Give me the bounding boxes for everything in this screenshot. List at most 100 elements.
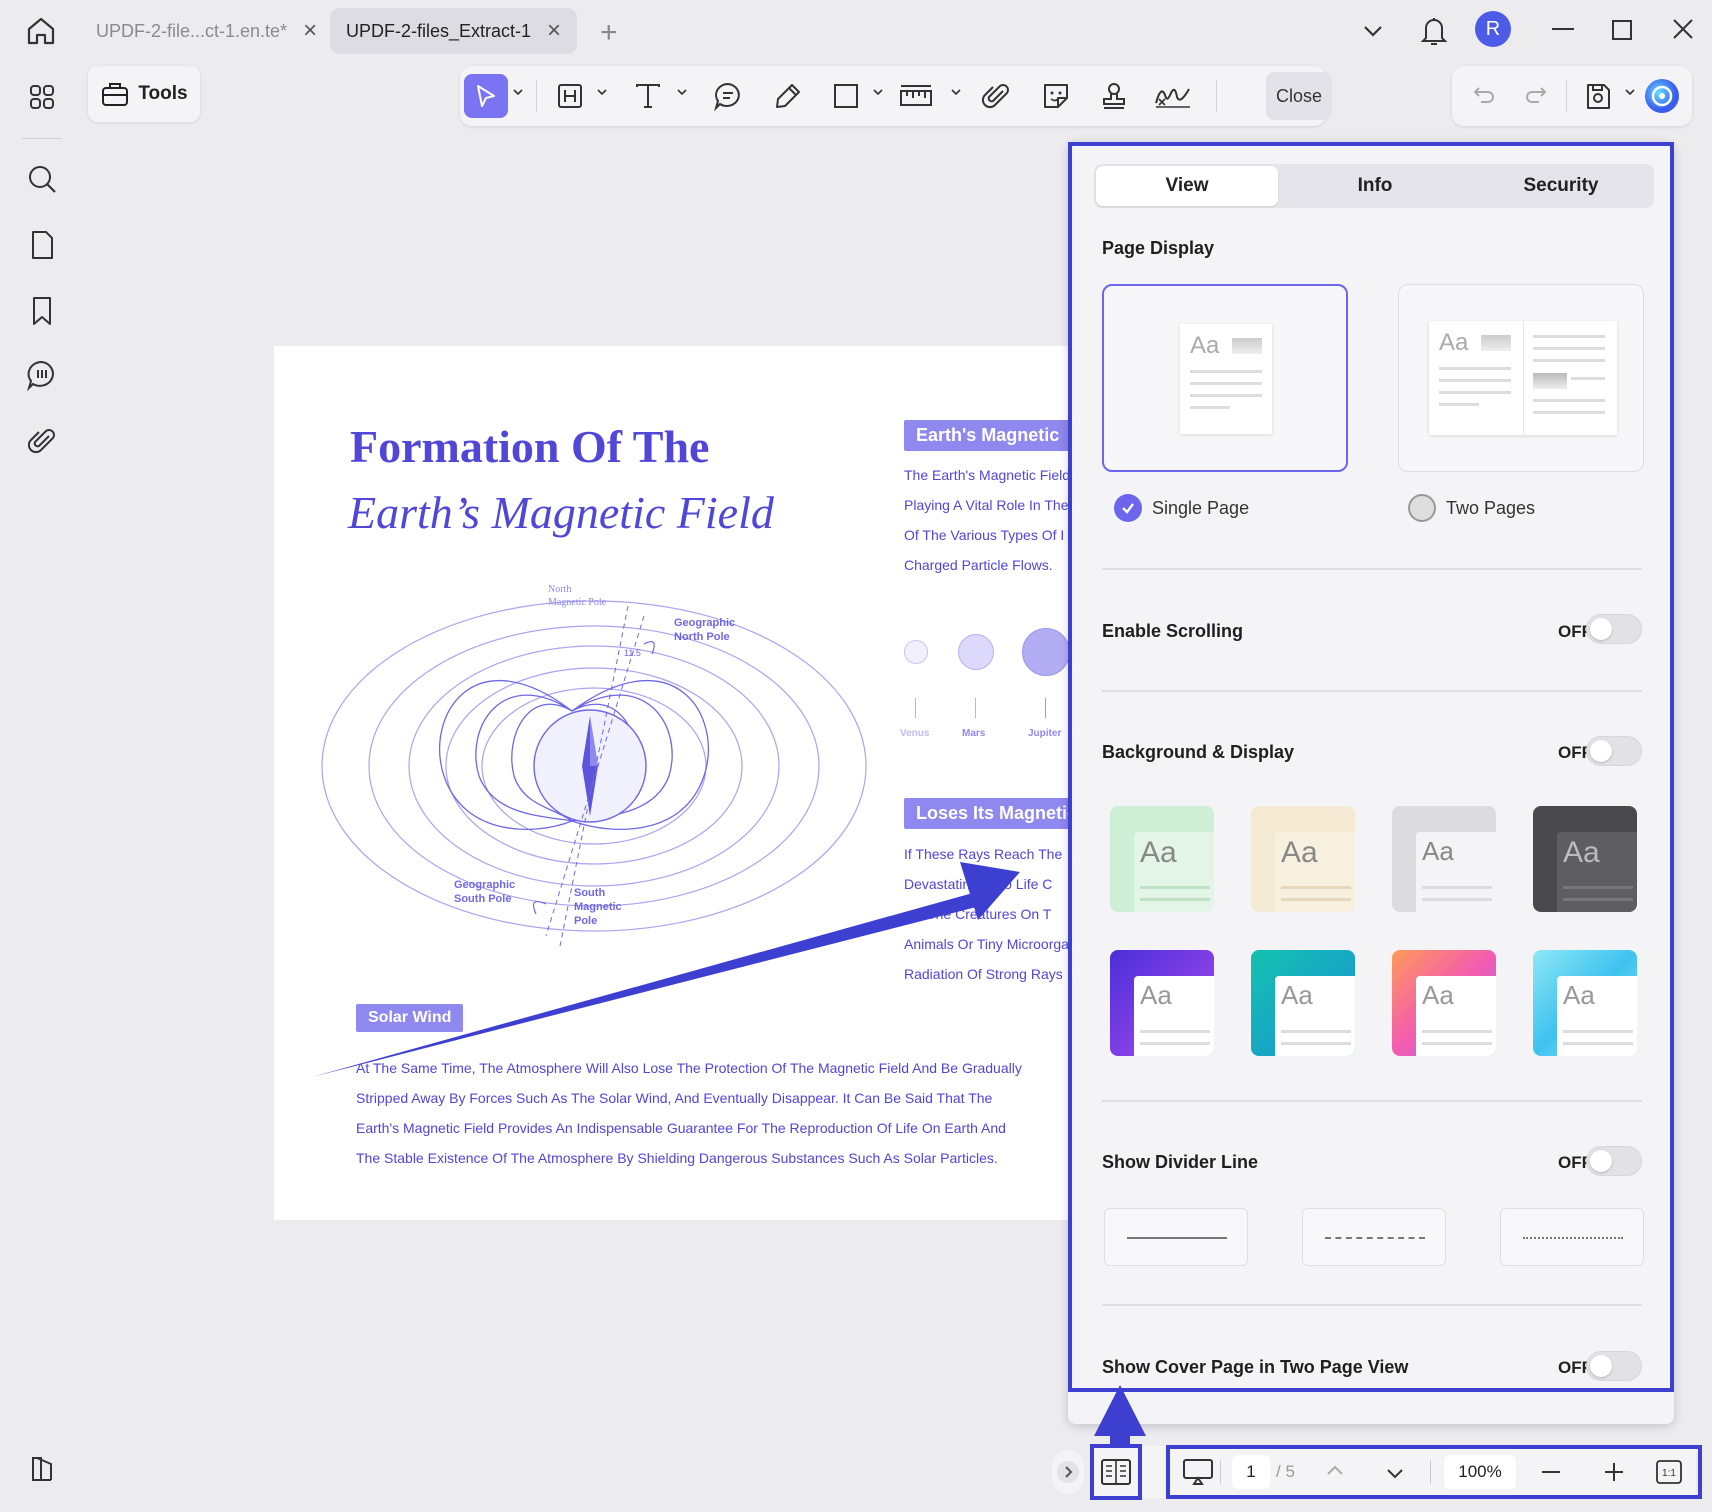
minimize-icon[interactable] [1552, 28, 1574, 30]
ai-assistant-icon[interactable] [1640, 74, 1684, 118]
section1-line: The Earth's Magnetic Field [904, 467, 1071, 483]
measure-tool-button[interactable] [894, 74, 938, 118]
bookmark-icon[interactable] [25, 294, 59, 328]
close-button[interactable]: Close [1266, 72, 1332, 120]
chevron-down-icon[interactable] [1624, 86, 1636, 98]
bg-theme-beige[interactable]: Aa [1251, 806, 1355, 912]
next-page-icon[interactable] [1382, 1460, 1408, 1486]
bar-divider [1430, 1460, 1431, 1484]
redo-icon[interactable] [1514, 74, 1558, 118]
sample-text: Aa [1140, 836, 1177, 869]
tab-document-2[interactable]: UPDF-2-files_Extract-1 × [330, 8, 578, 54]
divider-style-dashed[interactable] [1302, 1208, 1446, 1266]
apps-grid-icon[interactable] [25, 80, 59, 114]
section-divider [1102, 1304, 1642, 1306]
view-settings-button[interactable] [1090, 1444, 1142, 1500]
save-icon[interactable] [1576, 74, 1620, 118]
search-icon[interactable] [25, 162, 59, 196]
divider-style-solid[interactable] [1104, 1208, 1248, 1266]
bg-theme-sky[interactable]: Aa [1533, 950, 1637, 1056]
chevron-down-icon[interactable] [872, 86, 884, 98]
image-placeholder [1232, 338, 1262, 354]
sample-text: Aa [1281, 836, 1318, 869]
sticker-tool-button[interactable] [1034, 74, 1078, 118]
tab-label: UPDF-2-files_Extract-1 [346, 20, 532, 41]
avatar[interactable]: R [1475, 11, 1511, 47]
stamp-tool-button[interactable] [1092, 74, 1136, 118]
two-pages-label: Two Pages [1446, 497, 1536, 518]
zoom-in-icon[interactable] [1602, 1460, 1626, 1484]
tab-security[interactable]: Security [1470, 166, 1652, 206]
comment-tool-button[interactable] [706, 74, 750, 118]
section2-line: Radiation Of Strong Rays [904, 966, 1063, 982]
zoom-out-icon[interactable] [1542, 1471, 1560, 1473]
maximize-icon[interactable] [1612, 20, 1632, 40]
divider-style-dotted[interactable] [1500, 1208, 1644, 1266]
bg-theme-teal[interactable]: Aa [1251, 950, 1355, 1056]
tab-info[interactable]: Info [1284, 166, 1466, 206]
planet-label: Jupiter [1028, 728, 1062, 739]
chevron-down-icon[interactable] [676, 86, 688, 98]
chevron-down-icon[interactable] [1360, 18, 1386, 44]
background-display-toggle[interactable] [1586, 736, 1642, 766]
comment-icon[interactable] [25, 358, 59, 392]
two-pages-radio[interactable]: Two Pages [1408, 494, 1535, 522]
pages-icon[interactable] [25, 228, 59, 262]
close-window-icon[interactable] [1668, 14, 1698, 44]
close-tab-icon[interactable]: × [303, 17, 317, 45]
layers-icon[interactable] [25, 1452, 59, 1486]
text-line [1533, 335, 1605, 338]
show-divider-toggle[interactable] [1586, 1146, 1642, 1176]
history-toolgroup [1452, 66, 1692, 126]
signature-tool-button[interactable] [1148, 74, 1198, 118]
doc-title-line1: Formation Of The [350, 421, 710, 472]
pen-tool-button[interactable] [766, 74, 810, 118]
geographic-south-label: Geographic South Pole [454, 879, 515, 905]
undo-icon[interactable] [1462, 74, 1506, 118]
page-display-heading: Page Display [1102, 238, 1215, 258]
bg-theme-gray[interactable]: Aa [1392, 806, 1496, 912]
chevron-down-icon[interactable] [512, 86, 524, 98]
close-tab-icon[interactable]: × [547, 17, 561, 45]
attachment-icon[interactable] [25, 424, 59, 458]
svg-text:1:1: 1:1 [1662, 1468, 1676, 1479]
bg-theme-green[interactable]: Aa [1110, 806, 1214, 912]
actual-size-icon[interactable]: 1:1 [1656, 1460, 1682, 1484]
text-line [1190, 382, 1262, 385]
highlight-tool-button[interactable] [548, 74, 592, 118]
background-display-label: Background & Display [1102, 742, 1295, 762]
toolbox-icon [100, 80, 130, 108]
two-pages-option-card[interactable]: Aa [1398, 284, 1644, 472]
bg-theme-purple[interactable]: Aa [1110, 950, 1214, 1056]
single-page-label: Single Page [1152, 497, 1250, 518]
presentation-icon[interactable] [1180, 1454, 1216, 1490]
toolbar-divider [1566, 80, 1567, 112]
bg-theme-dark[interactable]: Aa [1533, 806, 1637, 912]
attach-tool-button[interactable] [974, 74, 1018, 118]
tools-label: Tools [138, 83, 188, 104]
text-tool-button[interactable] [626, 74, 670, 118]
planet-tick [915, 698, 916, 718]
tab-document-1[interactable]: UPDF-2-file...ct-1.en.te* × [80, 8, 333, 54]
zoom-level[interactable]: 100% [1444, 1455, 1516, 1489]
single-page-radio[interactable]: Single Page [1114, 494, 1249, 522]
shape-tool-button[interactable] [824, 74, 868, 118]
show-cover-toggle[interactable] [1586, 1351, 1642, 1381]
expand-panel-button[interactable] [1052, 1450, 1084, 1494]
tools-button[interactable]: Tools [88, 66, 200, 122]
enable-scrolling-toggle[interactable] [1586, 614, 1642, 644]
tab-view[interactable]: View [1096, 166, 1278, 206]
new-tab-icon[interactable]: + [600, 16, 618, 50]
home-icon[interactable] [24, 14, 58, 48]
bell-icon[interactable] [1418, 14, 1450, 48]
page-number-input[interactable]: 1 [1232, 1455, 1270, 1489]
chevron-down-icon[interactable] [596, 86, 608, 98]
chevron-down-icon[interactable] [950, 86, 962, 98]
show-cover-label: Show Cover Page in Two Page View [1102, 1357, 1409, 1377]
previous-page-icon[interactable] [1322, 1458, 1348, 1484]
bg-theme-sunset[interactable]: Aa [1392, 950, 1496, 1056]
tab-label: UPDF-2-file...ct-1.en.te* [96, 20, 288, 41]
document-properties-panel: View Info Security Page Display Aa Aa Si… [1068, 142, 1674, 1424]
select-tool-button[interactable] [464, 74, 508, 118]
single-page-option-card[interactable]: Aa [1102, 284, 1348, 472]
